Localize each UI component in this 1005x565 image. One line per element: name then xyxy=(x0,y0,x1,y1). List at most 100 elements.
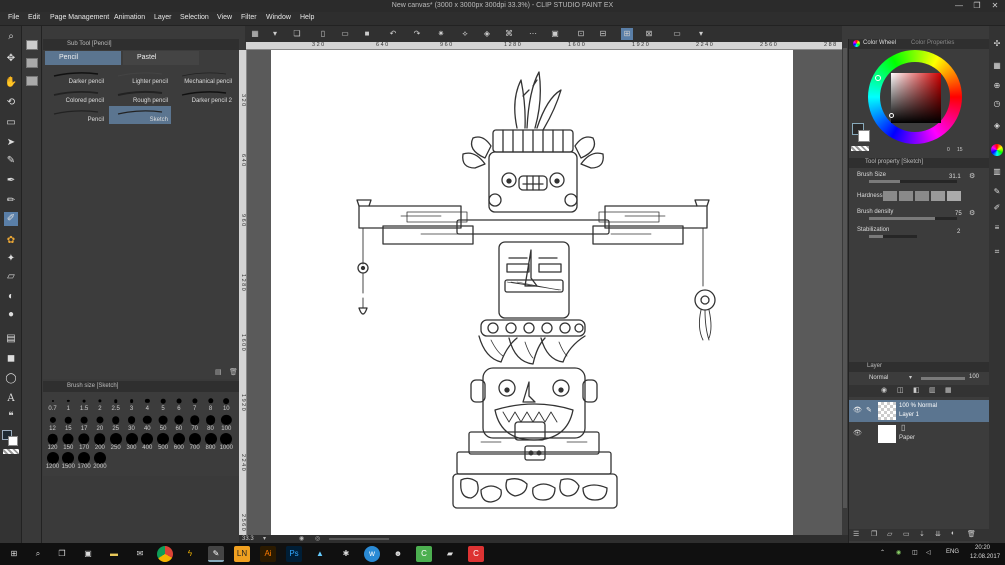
clear-icon[interactable]: ✷ xyxy=(435,28,447,40)
clear-outside-icon[interactable]: ⟡ xyxy=(459,28,471,40)
brush-sketch[interactable]: Sketch xyxy=(109,106,171,124)
dropdown-icon[interactable]: ▾ xyxy=(269,28,281,40)
photoshop-icon[interactable]: Ps xyxy=(286,546,302,562)
brush-size-preset[interactable]: 2 xyxy=(92,394,107,413)
new-folder-icon[interactable]: ▭ xyxy=(903,530,910,538)
redo-icon[interactable]: ↷ xyxy=(411,28,423,40)
fill-tool-icon[interactable]: ● xyxy=(4,308,18,322)
rotate-tool-icon[interactable]: ⟲ xyxy=(4,96,18,110)
brush-size-preset[interactable]: 400 xyxy=(140,432,155,451)
close-button[interactable]: ✕ xyxy=(986,0,1004,12)
opacity-slider[interactable] xyxy=(921,377,965,380)
trash-icon[interactable]: 🗑 xyxy=(229,368,238,376)
horizontal-scrollbar[interactable] xyxy=(329,538,389,540)
layer-menu-icon[interactable]: ☰ xyxy=(853,530,859,538)
brush-size-preset[interactable]: 80 xyxy=(203,413,218,432)
hue-picker[interactable] xyxy=(875,75,881,81)
rotate-view-icon[interactable]: ◎ xyxy=(315,535,320,542)
transparent-chip[interactable] xyxy=(851,146,869,151)
brush-size-preset[interactable]: 700 xyxy=(187,432,202,451)
brush-size-preset[interactable]: 200 xyxy=(92,432,107,451)
sub-view-icon[interactable]: ▦ xyxy=(991,60,1003,72)
tray-chevron-icon[interactable]: ⌃ xyxy=(880,549,885,556)
decoration-tool-icon[interactable]: ✦ xyxy=(4,252,18,266)
brush-mechanical-pencil[interactable]: Mechanical pencil xyxy=(173,68,235,86)
eraser-tool-icon[interactable]: ▱ xyxy=(4,270,18,284)
snap-grid-icon[interactable]: ⊠ xyxy=(643,28,655,40)
tray-app-icon[interactable]: ◉ xyxy=(896,549,901,556)
app-icon[interactable]: ϟ xyxy=(182,546,198,562)
layer-property-icon[interactable]: ≡ xyxy=(991,222,1003,234)
sub-color-chip[interactable] xyxy=(858,130,870,142)
brush-size-preset[interactable]: 17 xyxy=(77,413,92,432)
brush-size-preset[interactable]: 10 xyxy=(219,394,234,413)
brush-size-preset[interactable]: 4 xyxy=(140,394,155,413)
brush-size-preset[interactable]: 1700 xyxy=(77,451,92,470)
brush-size-preset[interactable]: 2.5 xyxy=(108,394,123,413)
brush-size-preset[interactable]: 8 xyxy=(203,394,218,413)
pressure-icon[interactable]: ⚙ xyxy=(969,172,975,180)
menu-help[interactable]: Help xyxy=(300,14,314,21)
brush-size-preset[interactable]: 3 xyxy=(124,394,139,413)
app-gray-icon[interactable]: ▰ xyxy=(442,546,458,562)
brush-size-preset[interactable]: 12 xyxy=(45,413,60,432)
app-red-icon[interactable]: C xyxy=(468,546,484,562)
pencil-tool-icon[interactable]: ✏ xyxy=(4,194,18,208)
zoom-tool-icon[interactable]: ⌕ xyxy=(4,30,18,44)
layer-mask-icon[interactable]: ▦ xyxy=(945,386,952,394)
layer-lock-icon[interactable]: ◉ xyxy=(881,386,887,394)
text-tool-icon[interactable]: A xyxy=(4,392,18,406)
fill-icon[interactable]: ◈ xyxy=(481,28,493,40)
new-window-icon[interactable]: ❏ xyxy=(291,28,303,40)
save-icon[interactable]: ■ xyxy=(361,28,373,40)
airbrush-tool-icon[interactable]: ✿ xyxy=(4,234,18,248)
clock-date[interactable]: 12.08.2017 xyxy=(970,554,1000,560)
sub-color-swatch[interactable] xyxy=(8,436,18,446)
menu-edit[interactable]: Edit xyxy=(28,14,40,21)
brush-size-preset[interactable]: 0.7 xyxy=(45,394,60,413)
app-ln-icon[interactable]: LN xyxy=(234,546,250,562)
brush-size-preset[interactable]: 20 xyxy=(92,413,107,432)
blend-tool-icon[interactable]: ◐ xyxy=(4,290,18,304)
pencil-group-icon[interactable] xyxy=(26,40,38,50)
brush-size-preset[interactable]: 500 xyxy=(156,432,171,451)
brush-size-preset[interactable]: 15 xyxy=(61,413,76,432)
brush-size-preset[interactable]: 30 xyxy=(124,413,139,432)
app-w-icon[interactable]: w xyxy=(364,546,380,562)
layer-row[interactable]: 👁 ✎ 100 % Normal Layer 1 xyxy=(849,400,990,422)
brush-size-preset[interactable]: 1000 xyxy=(219,432,234,451)
tab-pastel[interactable]: Pastel xyxy=(123,51,199,65)
undo-icon[interactable]: ↶ xyxy=(387,28,399,40)
transform-icon[interactable]: ⌘ xyxy=(503,28,515,40)
menu-selection[interactable]: Selection xyxy=(180,14,209,21)
menu-filter[interactable]: Filter xyxy=(241,14,257,21)
eyedropper-icon[interactable]: ✎ xyxy=(4,154,18,168)
brush-size-preset[interactable]: 120 xyxy=(45,432,60,451)
snap-special-ruler-icon[interactable]: ⊞ xyxy=(621,28,633,40)
snap-ruler-icon[interactable]: ⊟ xyxy=(597,28,609,40)
brush-size-slider[interactable] xyxy=(869,180,957,183)
selection-tool-icon[interactable]: ▭ xyxy=(4,116,18,130)
blend-mode-dropdown-icon[interactable]: ▾ xyxy=(909,374,912,381)
clip-studio-icon[interactable]: ✎ xyxy=(208,546,224,562)
minimize-button[interactable]: — xyxy=(950,0,968,12)
color-properties-tab[interactable]: Color Properties xyxy=(911,40,954,46)
hand-tool-icon[interactable]: ✋ xyxy=(4,76,18,90)
item-bank-icon[interactable]: ⊕ xyxy=(991,80,1003,92)
brush-size-preset[interactable]: 600 xyxy=(171,432,186,451)
visibility-eye-icon[interactable]: 👁 xyxy=(853,429,862,437)
tab-pencil[interactable]: Pencil xyxy=(45,51,121,65)
hardness-swatch-1[interactable] xyxy=(883,191,897,201)
grid-menu-icon[interactable]: ▦ xyxy=(249,28,261,40)
volume-icon[interactable]: ◁ xyxy=(926,549,931,556)
brush-size-preset[interactable]: 2000 xyxy=(92,451,107,470)
sv-picker[interactable] xyxy=(889,113,894,118)
ellipse-tool-icon[interactable]: ◯ xyxy=(4,372,18,386)
chrome-icon[interactable] xyxy=(157,546,173,562)
brush-size-preset[interactable]: 800 xyxy=(203,432,218,451)
brush-group-icon[interactable] xyxy=(26,58,38,68)
task-view-icon[interactable]: ❐ xyxy=(54,546,70,562)
toolbar-menu-icon[interactable]: ▾ xyxy=(695,28,707,40)
clock-time[interactable]: 20:20 xyxy=(975,545,990,551)
brush-size-preset[interactable]: 1.5 xyxy=(77,394,92,413)
